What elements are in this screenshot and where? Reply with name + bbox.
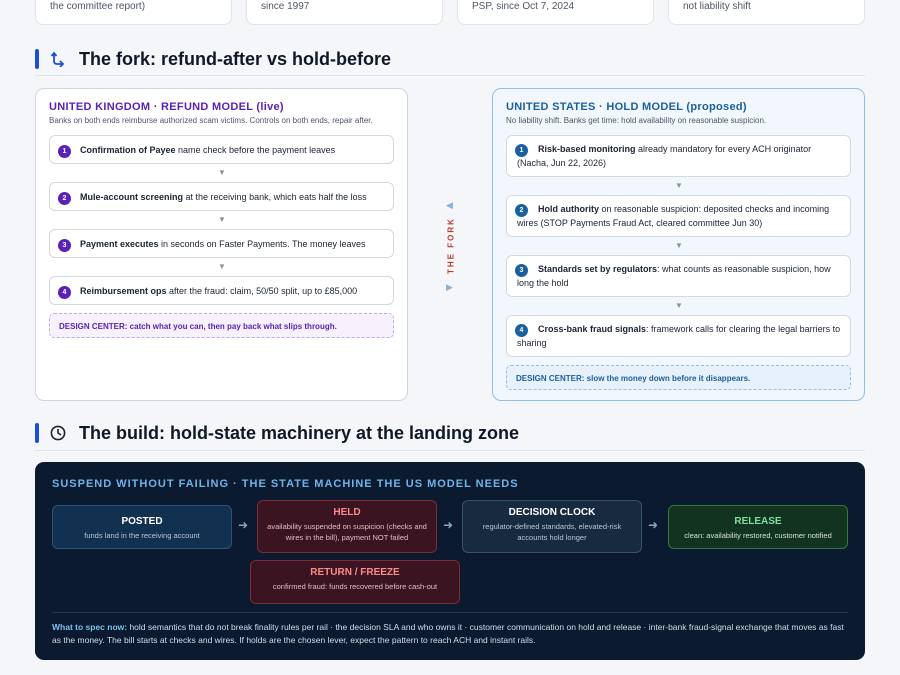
panel-subtitle: Banks on both ends reimburse authorized … <box>49 116 373 125</box>
down-arrow-icon: ▼ <box>218 168 226 177</box>
step-title: Hold authority <box>538 204 599 214</box>
left-triangle-icon: ◀ <box>446 200 453 210</box>
state-title: RETURN / FREEZE <box>310 567 400 578</box>
spec-label: What to spec now: <box>52 622 128 632</box>
step-number: 4 <box>515 324 528 337</box>
section-accent-bar <box>35 49 39 69</box>
step-title: Risk-based monitoring <box>538 144 636 154</box>
right-arrow-icon: ➜ <box>648 518 659 532</box>
summary-card-3: PSP, since Oct 7, 2024 <box>457 0 654 25</box>
section-title: The build: hold-state machinery at the l… <box>79 422 520 443</box>
step-number: 2 <box>58 192 71 205</box>
us-hold-model-panel: UNITED STATES · HOLD MODEL (proposed) No… <box>492 88 865 401</box>
uk-step-1: 1 Confirmation of Payee name check befor… <box>49 135 394 164</box>
state-posted: POSTED funds land in the receiving accou… <box>52 505 232 549</box>
step-number: 3 <box>515 264 528 277</box>
state-desc: clean: availability restored, customer n… <box>684 531 832 540</box>
fork-marker: ◀ THE FORK ▶ <box>440 196 460 296</box>
summary-card-text: since 1997 <box>261 1 310 12</box>
section-accent-bar <box>35 423 39 443</box>
right-arrow-icon: ➜ <box>443 518 454 532</box>
step-number: 4 <box>58 286 71 299</box>
down-arrow-icon: ▼ <box>675 241 683 250</box>
summary-card-4: not liability shift <box>668 0 865 25</box>
spec-text: hold semantics that do not break finalit… <box>52 622 844 645</box>
step-number: 1 <box>515 144 528 157</box>
state-title: POSTED <box>121 516 163 527</box>
down-arrow-icon: ▼ <box>218 262 226 271</box>
uk-design-center: DESIGN CENTER: catch what you can, then … <box>49 313 394 338</box>
step-text: name check before the payment leaves <box>175 145 336 155</box>
step-text: after the fraud: claim, 50/50 split, up … <box>166 286 358 296</box>
fork-section-header: The fork: refund-after vs hold-before <box>35 48 865 70</box>
step-title: Payment executes <box>80 239 159 249</box>
panel-title: UNITED KINGDOM · REFUND MODEL (live) <box>49 101 284 113</box>
right-arrow-icon: ➜ <box>238 518 249 532</box>
state-held: HELD availability suspended on suspicion… <box>257 500 437 553</box>
step-title: Standards set by regulators <box>538 264 658 274</box>
state-decision-clock: DECISION CLOCK regulator-defined standar… <box>462 500 642 553</box>
state-desc: funds land in the receiving account <box>84 531 200 540</box>
step-title: Reimbursement ops <box>80 286 167 296</box>
fork-arrow-icon <box>48 49 68 69</box>
state-machine-panel: SUSPEND WITHOUT FAILING · THE STATE MACH… <box>35 462 865 660</box>
panel-title: UNITED STATES · HOLD MODEL (proposed) <box>506 101 747 113</box>
state-title: DECISION CLOCK <box>508 507 596 518</box>
state-release: RELEASE clean: availability restored, cu… <box>668 505 848 549</box>
down-arrow-icon: ▼ <box>218 215 226 224</box>
step-text: in seconds on Faster Payments. The money… <box>158 239 366 249</box>
down-arrow-icon: ▼ <box>675 301 683 310</box>
summary-card-2: since 1997 <box>246 0 443 25</box>
state-return-freeze: RETURN / FREEZE confirmed fraud: funds r… <box>250 560 460 604</box>
fork-label: THE FORK <box>446 217 456 274</box>
state-desc: confirmed fraud: funds recovered before … <box>272 582 438 591</box>
state-machine-title: SUSPEND WITHOUT FAILING · THE STATE MACH… <box>52 478 519 490</box>
us-step-3: 3 Standards set by regulators: what coun… <box>506 255 851 297</box>
down-arrow-icon: ▼ <box>675 181 683 190</box>
panel-subtitle: No liability shift. Banks get time: hold… <box>506 116 767 125</box>
step-title: Cross-bank fraud signals <box>538 324 647 334</box>
section-divider <box>35 75 865 76</box>
state-desc: regulator-defined standards, elevated-ri… <box>482 522 622 542</box>
step-title: Mule-account screening <box>80 192 184 202</box>
step-number: 1 <box>58 145 71 158</box>
state-title: RELEASE <box>734 516 782 527</box>
uk-step-3: 3 Payment executes in seconds on Faster … <box>49 229 394 258</box>
us-step-1: 1 Risk-based monitoring already mandator… <box>506 135 851 177</box>
step-text: at the receiving bank, which eats half t… <box>183 192 367 202</box>
summary-card-1: the committee report) <box>35 0 232 25</box>
summary-card-text: the committee report) <box>50 1 146 12</box>
step-title: Confirmation of Payee <box>80 145 176 155</box>
right-triangle-icon: ▶ <box>446 282 453 292</box>
state-title: HELD <box>333 507 361 518</box>
uk-step-4: 4 Reimbursement ops after the fraud: cla… <box>49 276 394 305</box>
spec-note: What to spec now: hold semantics that do… <box>52 621 848 647</box>
uk-refund-model-panel: UNITED KINGDOM · REFUND MODEL (live) Ban… <box>35 88 408 401</box>
section-title: The fork: refund-after vs hold-before <box>79 48 392 69</box>
us-step-2: 2 Hold authority on reasonable suspicion… <box>506 195 851 237</box>
us-design-center: DESIGN CENTER: slow the money down befor… <box>506 365 851 390</box>
build-section-header: The build: hold-state machinery at the l… <box>35 422 865 444</box>
state-desc: availability suspended on suspicion (che… <box>267 522 427 542</box>
section-divider <box>35 450 865 451</box>
summary-card-text: PSP, since Oct 7, 2024 <box>472 1 575 12</box>
divider <box>52 612 848 613</box>
summary-card-text: not liability shift <box>683 1 751 12</box>
uk-step-2: 2 Mule-account screening at the receivin… <box>49 182 394 211</box>
step-number: 3 <box>58 239 71 252</box>
clock-icon <box>48 423 68 443</box>
us-step-4: 4 Cross-bank fraud signals: framework ca… <box>506 315 851 357</box>
step-number: 2 <box>515 204 528 217</box>
